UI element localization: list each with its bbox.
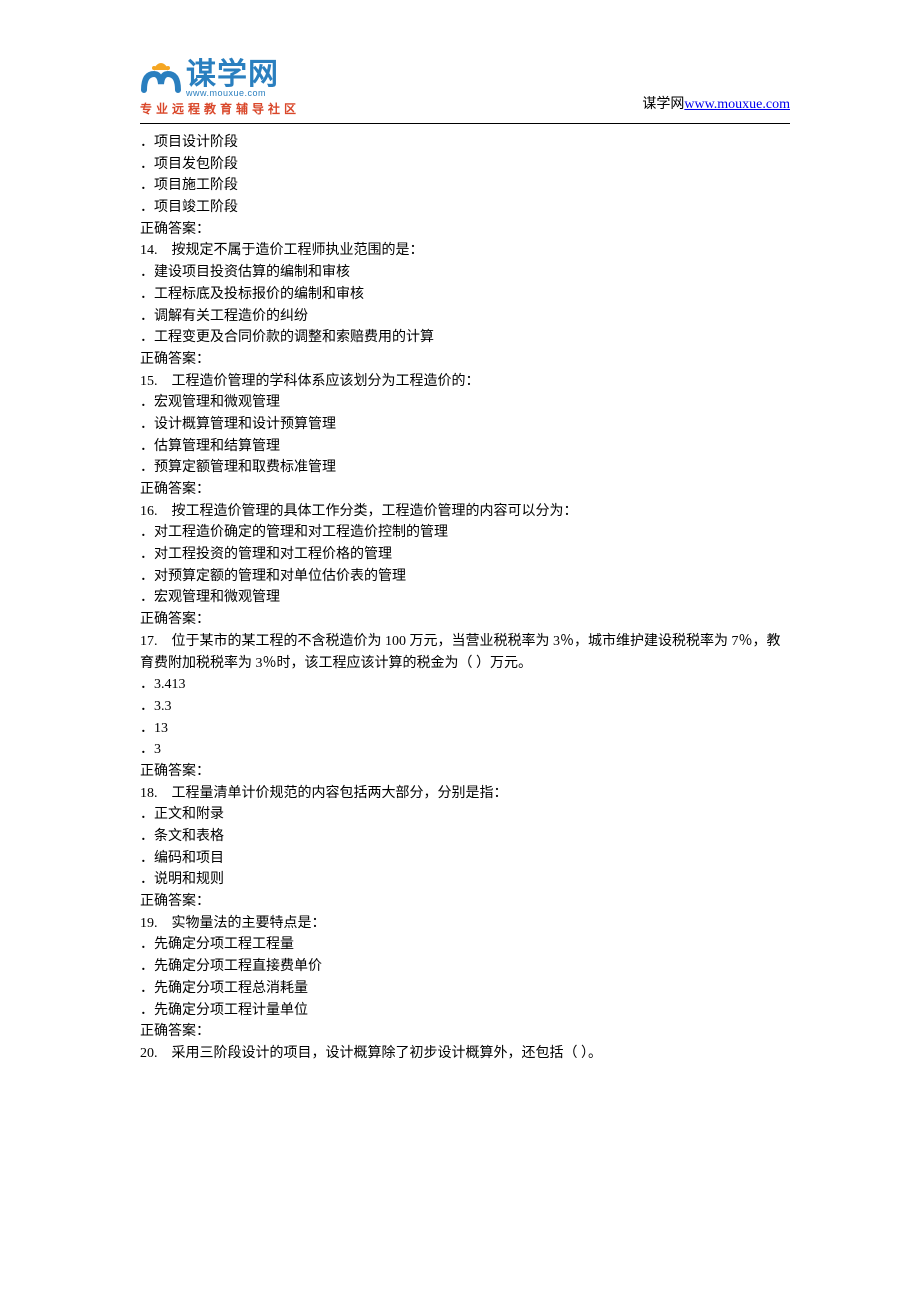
header-divider — [140, 123, 790, 124]
text-line: 正确答案： — [140, 609, 790, 631]
text-line: ．正文和附录 — [140, 804, 790, 826]
text-line: ．项目设计阶段 — [140, 132, 790, 154]
text-line: ．对工程造价确定的管理和对工程造价控制的管理 — [140, 522, 790, 544]
text-line: ．项目发包阶段 — [140, 154, 790, 176]
text-line: ．对预算定额的管理和对单位估价表的管理 — [140, 566, 790, 588]
text-line: ．3.3 — [140, 696, 790, 718]
text-line: ．预算定额管理和取费标准管理 — [140, 457, 790, 479]
text-line: ．编码和项目 — [140, 848, 790, 870]
source-line: 谋学网www.mouxue.com — [642, 93, 790, 117]
text-line: 17. 位于某市的某工程的不含税造价为 100 万元，当营业税税率为 3％，城市… — [140, 631, 790, 674]
source-label: 谋学网 — [642, 97, 684, 112]
text-line: 正确答案： — [140, 349, 790, 371]
text-line: ．调解有关工程造价的纠纷 — [140, 306, 790, 328]
text-line: 正确答案： — [140, 1021, 790, 1043]
text-line: ．对工程投资的管理和对工程价格的管理 — [140, 544, 790, 566]
text-line: 15. 工程造价管理的学科体系应该划分为工程造价的： — [140, 371, 790, 393]
text-line: ．宏观管理和微观管理 — [140, 587, 790, 609]
text-line: 14. 按规定不属于造价工程师执业范围的是： — [140, 240, 790, 262]
text-line: ．3.413 — [140, 674, 790, 696]
text-line: ．先确定分项工程计量单位 — [140, 1000, 790, 1022]
logo-text-cn: 谋学网 — [186, 60, 279, 90]
text-line: ．估算管理和结算管理 — [140, 436, 790, 458]
text-line: ．建设项目投资估算的编制和审核 — [140, 262, 790, 284]
text-line: 19. 实物量法的主要特点是： — [140, 913, 790, 935]
text-line: 正确答案： — [140, 761, 790, 783]
text-line: ．3 — [140, 739, 790, 761]
text-line: ．工程变更及合同价款的调整和索赔费用的计算 — [140, 327, 790, 349]
source-link[interactable]: www.mouxue.com — [684, 97, 790, 112]
text-line: 16. 按工程造价管理的具体工作分类，工程造价管理的内容可以分为： — [140, 501, 790, 523]
text-line: ．说明和规则 — [140, 869, 790, 891]
logo: 谋学网 www.mouxue.com 专业远程教育辅导社区 — [140, 60, 300, 117]
text-line: ．条文和表格 — [140, 826, 790, 848]
text-line: ．项目竣工阶段 — [140, 197, 790, 219]
logo-tagline: 专业远程教育辅导社区 — [140, 100, 300, 117]
logo-text-en: www.mouxue.com — [186, 88, 279, 98]
text-line: 18. 工程量清单计价规范的内容包括两大部分，分别是指： — [140, 783, 790, 805]
text-line: ．先确定分项工程直接费单价 — [140, 956, 790, 978]
text-line: ．先确定分项工程工程量 — [140, 934, 790, 956]
text-line: ．工程标底及投标报价的编制和审核 — [140, 284, 790, 306]
text-line: 正确答案： — [140, 891, 790, 913]
text-line: ．宏观管理和微观管理 — [140, 392, 790, 414]
text-line: 20. 采用三阶段设计的项目，设计概算除了初步设计概算外，还包括（ ）。 — [140, 1043, 790, 1065]
text-line: ．13 — [140, 718, 790, 740]
text-line: 正确答案： — [140, 479, 790, 501]
page-header: 谋学网 www.mouxue.com 专业远程教育辅导社区 谋学网www.mou… — [140, 60, 790, 117]
logo-icon — [140, 60, 182, 98]
document-body: ．项目设计阶段．项目发包阶段．项目施工阶段．项目竣工阶段正确答案：14. 按规定… — [140, 132, 790, 1065]
text-line: ．设计概算管理和设计预算管理 — [140, 414, 790, 436]
text-line: 正确答案： — [140, 219, 790, 241]
text-line: ．先确定分项工程总消耗量 — [140, 978, 790, 1000]
text-line: ．项目施工阶段 — [140, 175, 790, 197]
